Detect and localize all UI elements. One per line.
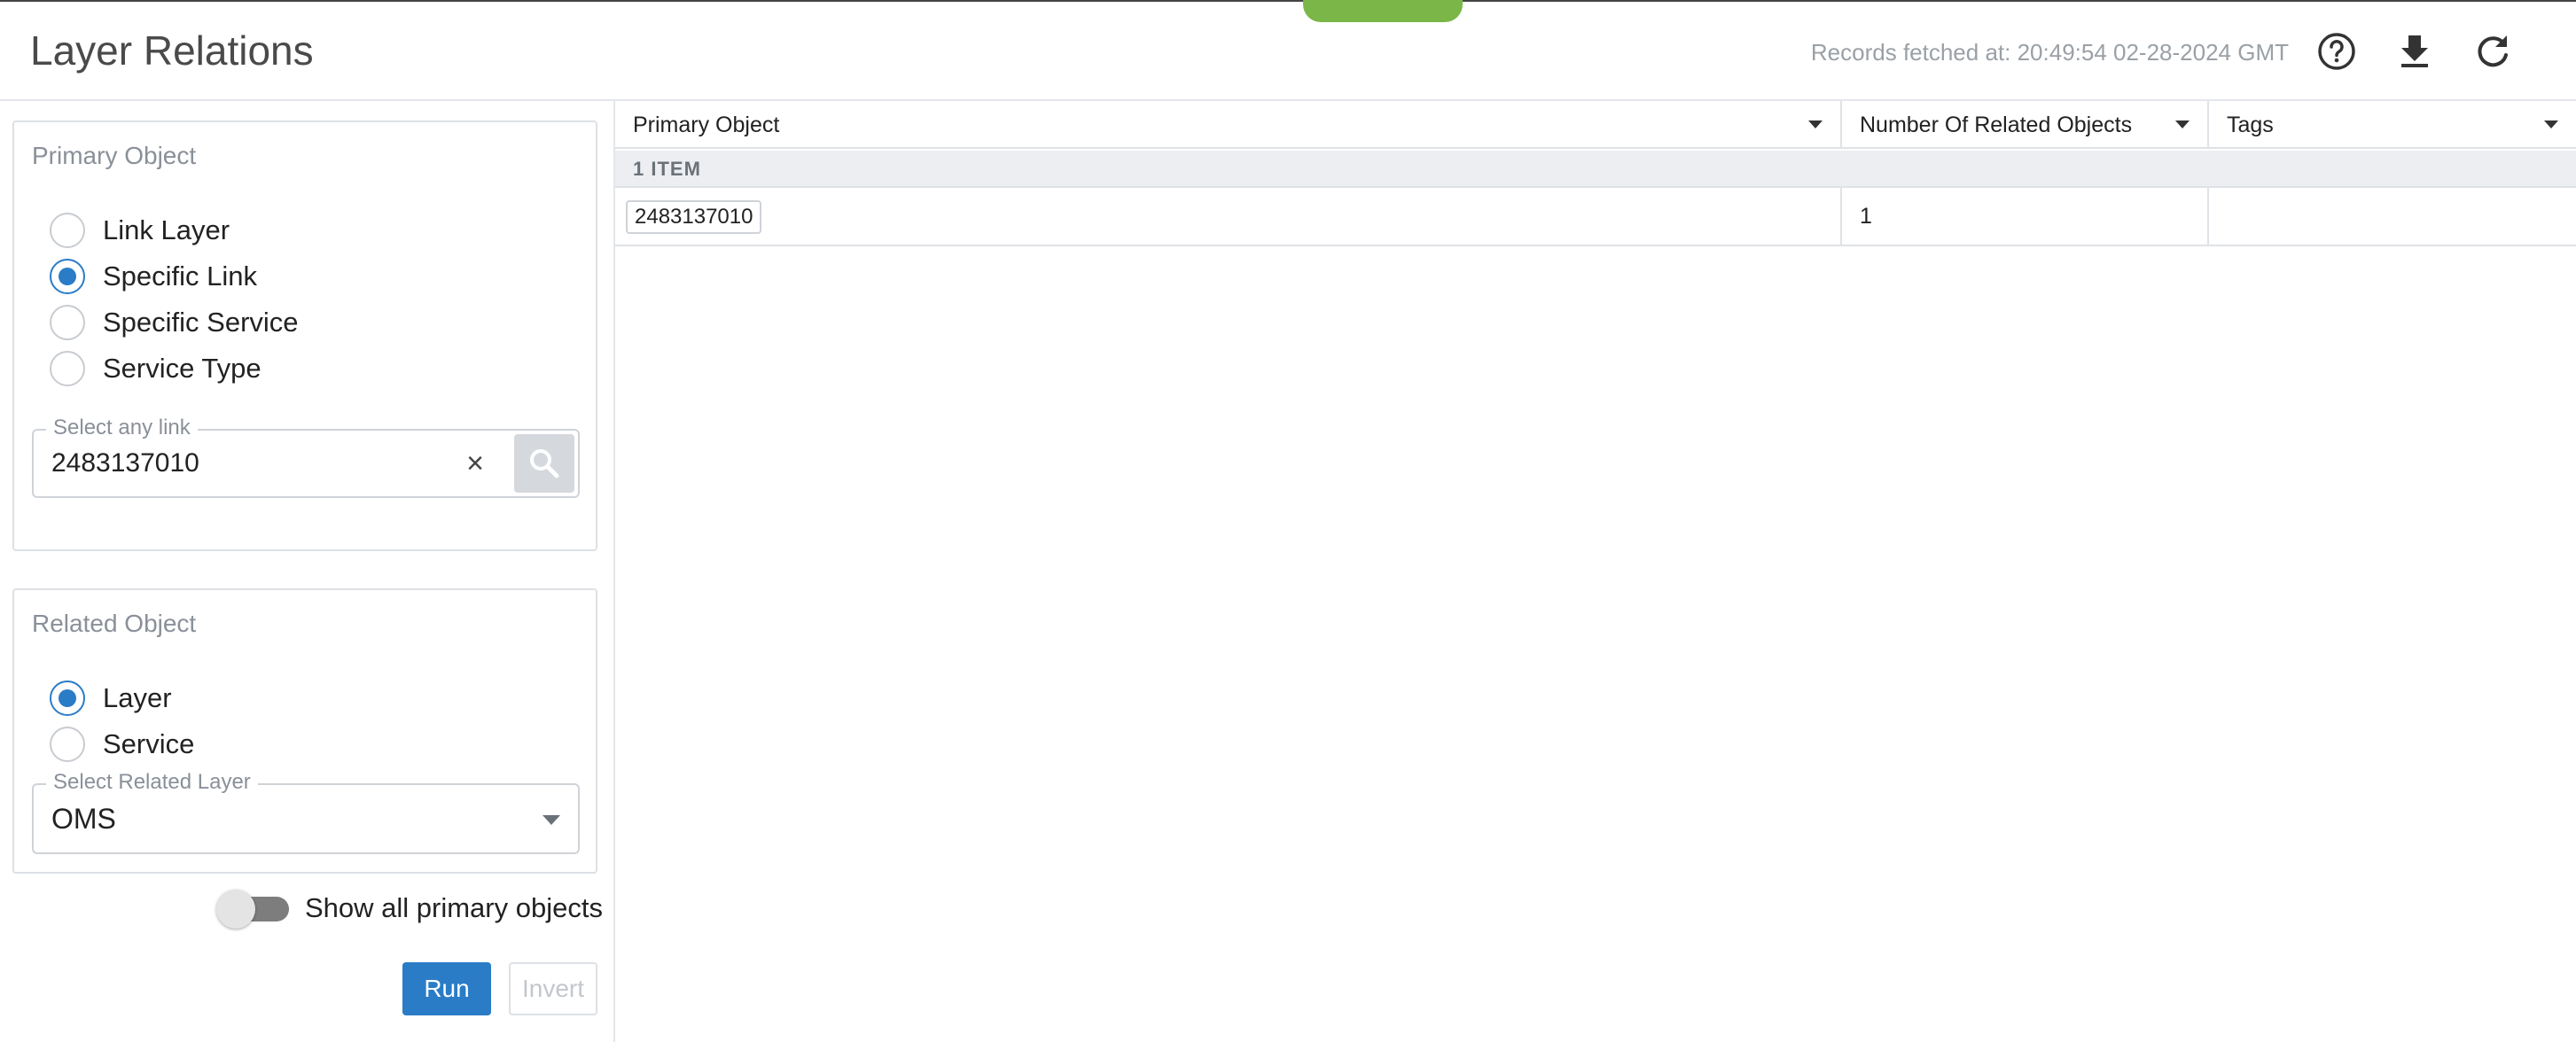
primary-object-title: Primary Object: [32, 142, 197, 169]
search-button[interactable]: [514, 434, 574, 493]
radio-button[interactable]: [50, 213, 85, 248]
radio-layer[interactable]: Layer: [50, 679, 172, 718]
column-header-label: Tags: [2227, 112, 2274, 137]
link-select-legend: Select any link: [46, 416, 198, 440]
table-row[interactable]: 2483137010 1: [615, 188, 2576, 246]
link-select-field[interactable]: Select any link 2483137010 ×: [32, 416, 580, 498]
page-header: Layer Relations Records fetched at: 20:4…: [0, 2, 2576, 101]
column-header-label: Primary Object: [633, 112, 780, 137]
page-title: Layer Relations: [30, 27, 314, 74]
close-icon[interactable]: ×: [457, 446, 493, 481]
radio-button-selected[interactable]: [50, 259, 85, 294]
column-header-label: Number Of Related Objects: [1860, 112, 2133, 137]
radio-specific-service[interactable]: Specific Service: [50, 303, 299, 342]
column-header-primary-object[interactable]: Primary Object: [615, 101, 1842, 149]
grid-header: Primary Object Number Of Related Objects…: [615, 101, 2576, 149]
radio-link-layer[interactable]: Link Layer: [50, 211, 230, 250]
show-all-toggle[interactable]: [216, 890, 289, 929]
sidebar: Primary Object Link Layer Specific Link …: [0, 101, 615, 1042]
radio-button[interactable]: [50, 351, 85, 386]
related-object-title: Related Object: [32, 610, 197, 637]
chevron-down-icon[interactable]: [2175, 121, 2190, 128]
column-header-tags[interactable]: Tags: [2209, 101, 2576, 149]
primary-object-card: Primary Object Link Layer Specific Link …: [12, 121, 597, 551]
column-header-related-count[interactable]: Number Of Related Objects: [1842, 101, 2209, 149]
download-button[interactable]: [2392, 28, 2438, 74]
radio-label: Specific Service: [103, 307, 299, 338]
radio-button-selected[interactable]: [50, 680, 85, 716]
related-layer-select[interactable]: Select Related Layer OMS: [32, 770, 580, 854]
related-layer-legend: Select Related Layer: [46, 770, 258, 795]
help-circle-icon: [2318, 33, 2355, 70]
download-icon: [2401, 35, 2428, 67]
show-all-label: Show all primary objects: [305, 892, 603, 923]
related-object-card: Related Object Layer Service Select Rela…: [12, 588, 597, 874]
help-button[interactable]: [2314, 28, 2360, 74]
radio-button[interactable]: [50, 727, 85, 762]
related-layer-value[interactable]: OMS: [51, 803, 116, 836]
chevron-down-icon[interactable]: [2544, 121, 2558, 128]
group-label: 1 ITEM: [633, 158, 701, 180]
primary-object-chip[interactable]: 2483137010: [626, 200, 762, 234]
radio-label: Service: [103, 728, 195, 759]
radio-service[interactable]: Service: [50, 725, 194, 764]
chevron-down-icon[interactable]: [543, 815, 560, 825]
refresh-icon: [2478, 35, 2508, 67]
radio-label: Specific Link: [103, 260, 258, 292]
cell-primary-object: 2483137010: [615, 188, 1842, 245]
run-button[interactable]: Run: [402, 962, 491, 1015]
radio-service-type[interactable]: Service Type: [50, 349, 262, 388]
refresh-button[interactable]: [2470, 28, 2516, 74]
results-grid: Primary Object Number Of Related Objects…: [615, 101, 2576, 1042]
records-fetched-text: Records fetched at: 20:49:54 02-28-2024 …: [1810, 39, 2289, 66]
toggle-knob[interactable]: [216, 890, 255, 929]
group-row: 1 ITEM: [615, 151, 2576, 188]
radio-label: Layer: [103, 682, 172, 713]
link-select-value[interactable]: 2483137010: [51, 448, 199, 478]
radio-label: Service Type: [103, 353, 262, 384]
related-count-value: 1: [1860, 204, 1872, 229]
radio-button[interactable]: [50, 305, 85, 340]
invert-button: Invert: [509, 962, 597, 1015]
cell-related-count: 1: [1842, 188, 2209, 245]
radio-specific-link[interactable]: Specific Link: [50, 257, 257, 296]
cell-tags: [2209, 188, 2576, 245]
search-icon: [530, 449, 559, 478]
chevron-down-icon[interactable]: [1808, 121, 1823, 128]
radio-label: Link Layer: [103, 214, 230, 245]
